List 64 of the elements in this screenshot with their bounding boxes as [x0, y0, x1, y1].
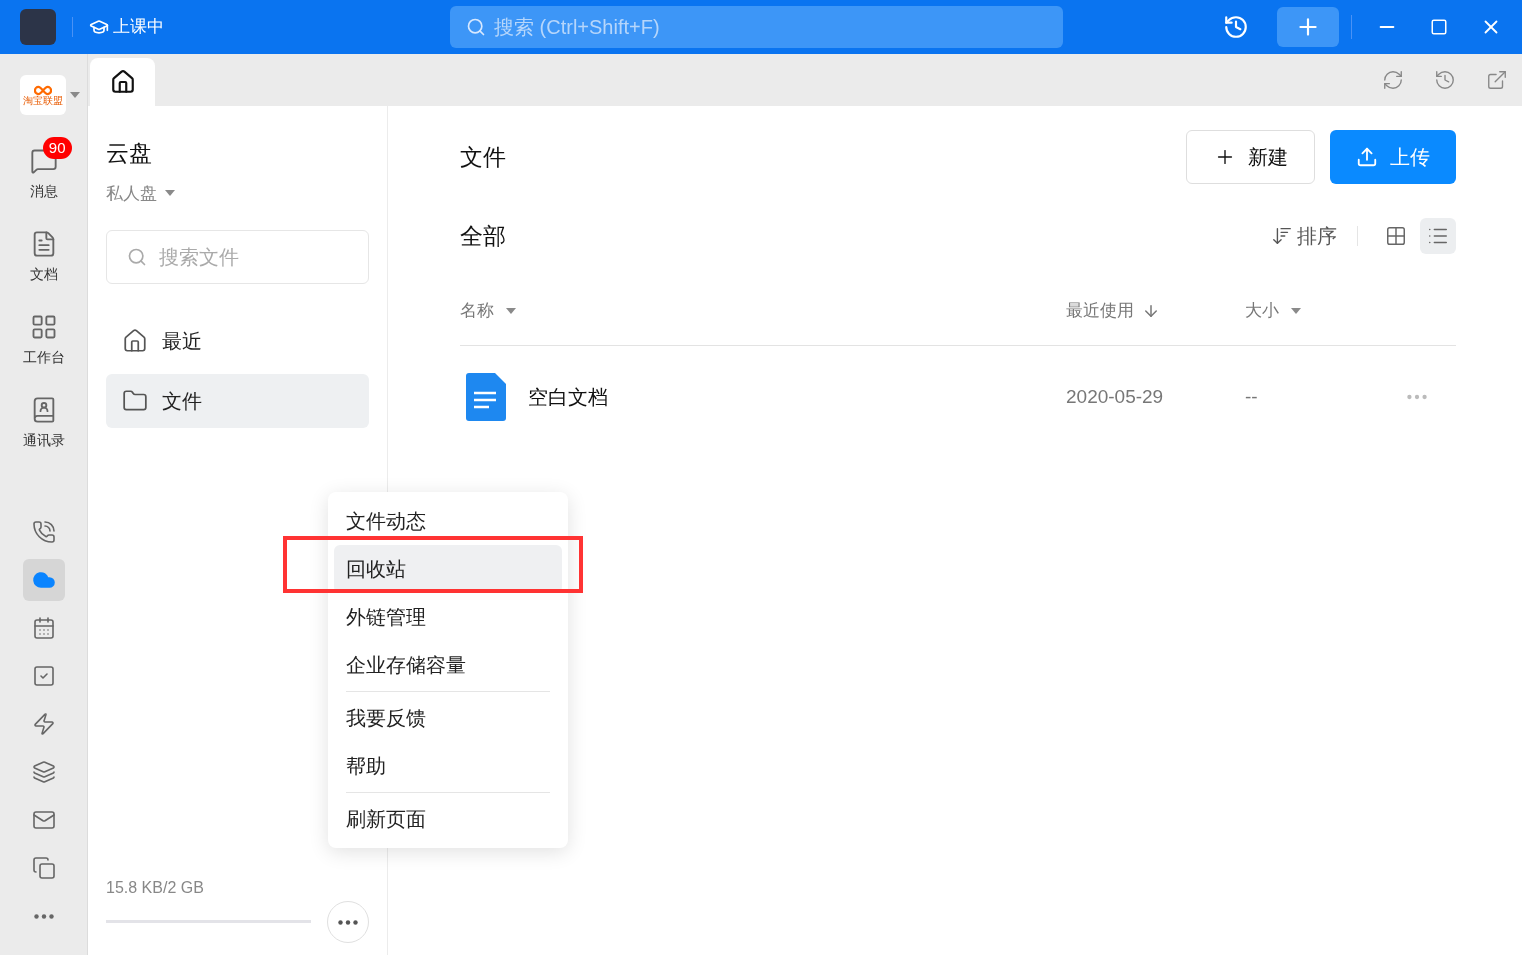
- search-icon: [127, 247, 147, 267]
- rail-item[interactable]: 文档: [15, 230, 72, 285]
- caret-icon: [69, 92, 80, 98]
- logo-text: 淘宝联盟: [22, 95, 63, 106]
- maximize-icon[interactable]: [1430, 18, 1448, 36]
- menu-item[interactable]: 企业存储容量: [334, 641, 562, 689]
- layers-icon: [31, 760, 56, 784]
- graduation-cap-icon: [89, 17, 109, 37]
- open-external-icon[interactable]: [1486, 69, 1508, 91]
- more-icon: [33, 913, 54, 919]
- home-tab[interactable]: [90, 58, 155, 106]
- refresh-icon[interactable]: [1382, 69, 1404, 91]
- infinity-logo-icon: [33, 84, 52, 96]
- document-icon: [466, 373, 506, 421]
- storage-usage: 15.8 KB/2 GB: [106, 878, 205, 898]
- add-button[interactable]: [1277, 7, 1339, 47]
- menu-item[interactable]: 我要反馈: [340, 694, 556, 742]
- search-icon: [466, 17, 486, 37]
- column-header[interactable]: 大小: [1245, 297, 1301, 324]
- caret-icon: [1291, 307, 1301, 314]
- home-icon: [109, 69, 136, 95]
- phone-icon: [31, 520, 56, 544]
- section-title: 全部: [460, 221, 506, 251]
- file-date: 2020-05-29: [1066, 384, 1165, 409]
- rail-tool-button[interactable]: [22, 559, 65, 601]
- unread-badge: 90: [42, 137, 72, 159]
- home-icon: [122, 328, 148, 354]
- avatar: [20, 9, 56, 45]
- rail-item[interactable]: 通讯录: [15, 396, 72, 451]
- menu-item[interactable]: 文件动态: [334, 497, 562, 545]
- column-header[interactable]: 名称: [460, 297, 1066, 324]
- menu-item[interactable]: 外链管理: [334, 593, 562, 641]
- sidebar-item[interactable]: 文件: [106, 374, 369, 428]
- history-icon[interactable]: [1434, 69, 1456, 91]
- page-title: 文件: [460, 142, 506, 172]
- menu-item[interactable]: 帮助: [340, 742, 556, 790]
- file-size: --: [1245, 384, 1258, 409]
- sort-icon: [1271, 225, 1293, 247]
- drive-selector[interactable]: 私人盘: [106, 180, 369, 206]
- history-icon[interactable]: [1223, 14, 1249, 40]
- upload-icon: [1356, 146, 1378, 168]
- copy-icon: [31, 856, 56, 880]
- calendar-icon: [31, 616, 56, 640]
- menu-item[interactable]: 刷新页面: [340, 795, 556, 843]
- lightning-icon: [31, 712, 56, 736]
- panel-title: 云盘: [106, 139, 153, 168]
- status-text: 上课中: [113, 16, 164, 39]
- rail-item[interactable]: 工作台: [15, 313, 72, 368]
- grid-icon: [1385, 225, 1407, 247]
- more-icon: [338, 919, 359, 925]
- new-button[interactable]: 新建: [1186, 130, 1315, 184]
- sort-button[interactable]: 排序: [1271, 221, 1337, 251]
- mail-icon: [31, 808, 56, 832]
- caret-icon: [506, 307, 516, 314]
- folder-icon: [122, 388, 148, 414]
- caret-icon: [165, 190, 175, 197]
- file-row[interactable]: 空白文档 2020-05-29 --: [460, 346, 1456, 448]
- logo[interactable]: 淘宝联盟: [19, 75, 66, 115]
- checkbox-icon: [31, 664, 56, 688]
- sidebar-item[interactable]: 最近: [106, 314, 369, 368]
- column-header[interactable]: 最近使用: [1066, 297, 1245, 324]
- file-name: 空白文档: [528, 385, 608, 410]
- rail-item[interactable]: 消息 90: [15, 137, 72, 202]
- view-toggle[interactable]: [1420, 218, 1456, 254]
